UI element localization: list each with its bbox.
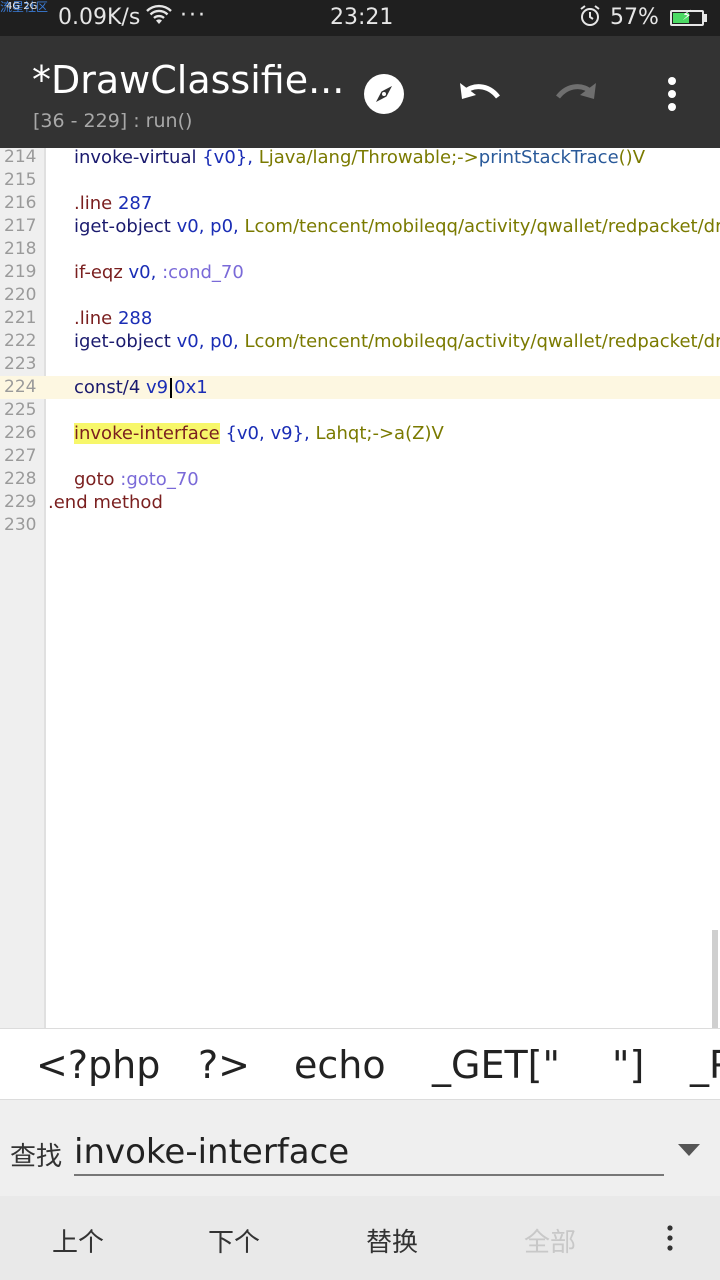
undo-icon [458,79,502,113]
symbol-key[interactable]: <?php [36,1043,160,1087]
find-options-dropdown-icon[interactable] [678,1144,700,1156]
code-line[interactable]: 218 [0,238,720,261]
alarm-icon [578,4,602,34]
find-previous-button[interactable]: 上个 [52,1222,104,1259]
replace-all-button[interactable]: 全部 [524,1222,576,1259]
redo-button[interactable] [552,72,600,120]
navigate-button[interactable] [360,72,408,120]
redo-icon [554,79,598,113]
code-line[interactable]: 214 invoke-virtual {v0}, Ljava/lang/Thro… [0,148,720,169]
app-bar: *DrawClassifie... [36 - 229] : run() [0,36,720,148]
undo-button[interactable] [456,72,504,120]
overflow-menu-button[interactable] [648,72,696,120]
method-range: [36 - 229] : run() [33,110,193,132]
code-line[interactable]: 223 [0,353,720,376]
code-line[interactable]: 219 if-eqz v0, :cond_70 [0,261,720,284]
battery-percentage: 57% [610,5,659,30]
network-speed: 0.09K/s [58,5,141,30]
code-line[interactable]: 222 iget-object v0, p0, Lcom/tencent/mob… [0,330,720,353]
compass-icon [363,73,405,119]
code-line[interactable]: 225 [0,399,720,422]
network-indicator: 4G 2G [6,1,38,12]
text-cursor [170,378,173,398]
code-line[interactable]: 217 iget-object v0, p0, Lcom/tencent/mob… [0,215,720,238]
more-icon [667,77,677,115]
more-notifications: ··· [180,3,207,28]
symbol-key[interactable]: _GET[" [432,1043,560,1087]
code-line[interactable]: 230 [0,514,720,537]
find-input[interactable]: invoke-interface [74,1130,664,1176]
find-label: 查找 [10,1142,63,1172]
search-match: invoke-interface [74,423,220,444]
code-line[interactable]: 221 .line 288 [0,307,720,330]
code-line[interactable]: 228 goto :goto_70 [0,468,720,491]
file-title: *DrawClassifie... [32,58,345,102]
code-editor[interactable]: 214 invoke-virtual {v0}, Ljava/lang/Thro… [0,148,720,1028]
current-code-line[interactable]: 224 const/4 v9 0x1 [0,376,720,399]
battery-icon: ⚡ [670,8,704,26]
code-line[interactable]: 215 [0,169,720,192]
code-line[interactable]: 229 .end method [0,491,720,514]
editor-scrollbar[interactable] [712,930,718,1028]
symbol-key[interactable]: "] [612,1043,644,1087]
clock: 23:21 [330,5,394,30]
find-actions: 上个 下个 替换 全部 [0,1196,720,1280]
line-number: 214 [4,148,37,167]
symbol-key[interactable]: _P [690,1043,720,1087]
code-line[interactable]: 220 [0,284,720,307]
wifi-icon [146,4,172,34]
find-bar: 查找 invoke-interface [0,1100,720,1196]
symbol-bar: <?php ?> echo _GET[" "] _P [0,1028,720,1100]
code-line[interactable]: 216 .line 287 [0,192,720,215]
code-line[interactable]: 227 [0,445,720,468]
symbol-key[interactable]: ?> [198,1043,250,1087]
symbol-key[interactable]: echo [294,1043,386,1087]
replace-button[interactable]: 替换 [366,1222,418,1259]
find-next-button[interactable]: 下个 [208,1222,260,1259]
code-line[interactable]: 226 invoke-interface {v0, v9}, Lahqt;->a… [0,422,720,445]
more-icon[interactable] [666,1224,674,1256]
status-bar: 流星社区 4G 2G 0.09K/s ··· 23:21 57% ⚡ [0,0,720,36]
